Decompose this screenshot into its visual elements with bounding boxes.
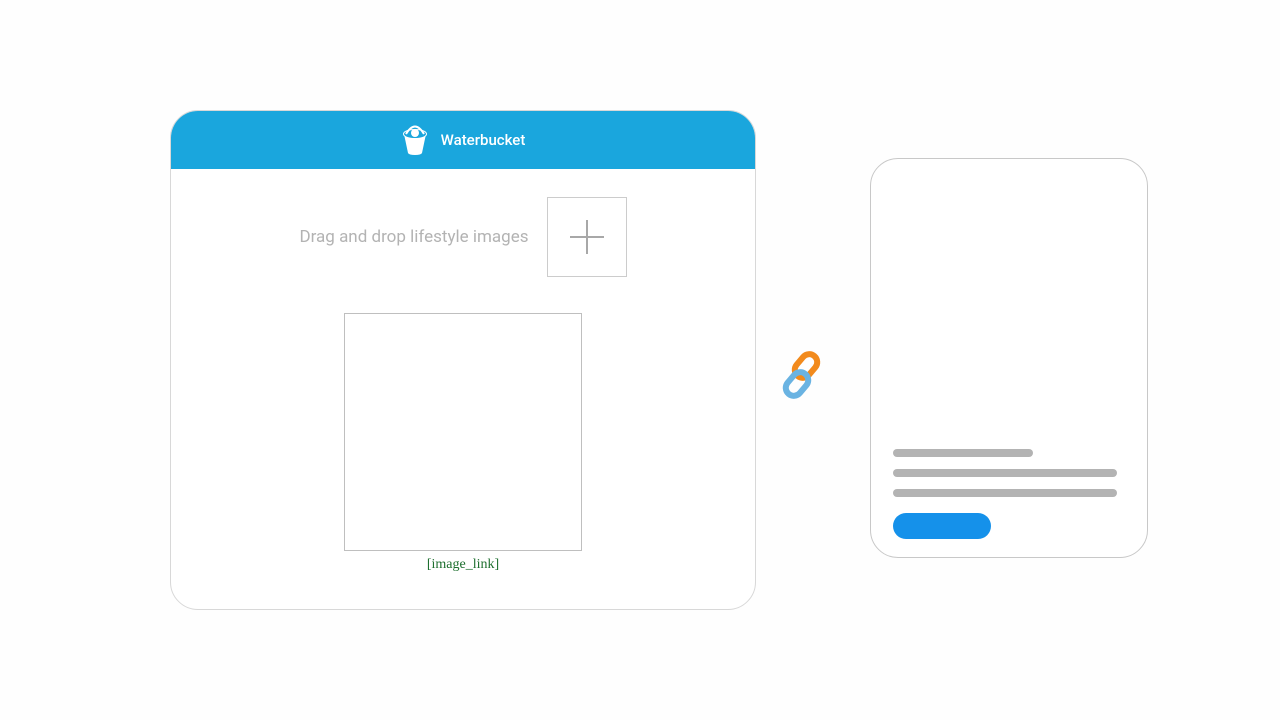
card-text-skeleton-2 — [893, 489, 1117, 497]
drop-zone[interactable]: Drag and drop lifestyle images — [171, 197, 755, 277]
card-title-skeleton — [893, 449, 1033, 457]
preview-area: [image_link] — [171, 313, 755, 573]
card-action-button[interactable] — [893, 513, 991, 539]
panel-title: Waterbucket — [441, 131, 526, 149]
card-text-skeleton-1 — [893, 469, 1117, 477]
bucket-icon — [401, 124, 429, 156]
upload-panel: Waterbucket Drag and drop lifestyle imag… — [170, 110, 756, 610]
drop-instruction-text: Drag and drop lifestyle images — [299, 227, 528, 247]
link-chain-icon — [777, 350, 825, 398]
product-card — [870, 158, 1148, 558]
plus-icon — [570, 220, 604, 254]
panel-header: Waterbucket — [171, 111, 755, 169]
add-image-button[interactable] — [547, 197, 627, 277]
card-image-area — [893, 177, 1125, 443]
image-link-label: [image_link] — [427, 557, 499, 573]
image-preview-placeholder — [344, 313, 582, 551]
